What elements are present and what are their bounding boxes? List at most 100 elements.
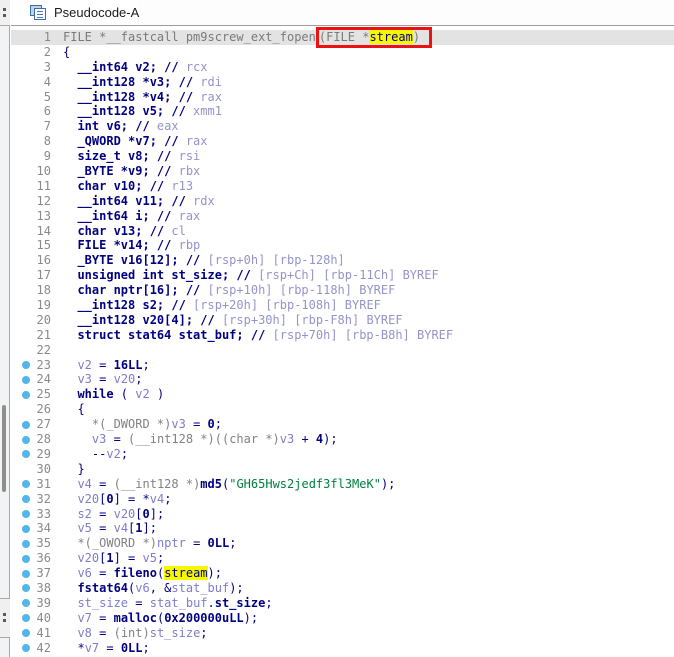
dock-grip-icon[interactable]	[0, 598, 10, 638]
line-marker-dot-icon	[22, 480, 30, 489]
code-line[interactable]: 42 *v7 = 0LL;	[11, 641, 674, 656]
pseudocode-pane: Pseudocode-A 1 FILE *__fastcall pm9screw_…	[11, 0, 674, 657]
code-token: v20	[113, 372, 136, 387]
code-token: 0	[106, 491, 114, 506]
code-line[interactable]: 34 v5 = v4[1];	[11, 521, 674, 536]
code-line[interactable]: 31 v4 = (__int128 *)md5("GH65Hws2jedf3fl…	[11, 477, 674, 492]
scrollbar-thumb[interactable]	[2, 405, 6, 492]
highlighted-identifier: stream	[369, 30, 413, 44]
line-number: 25	[36, 387, 51, 402]
line-gutter: 23	[11, 358, 56, 373]
code-line[interactable]: 35 *(_OWORD *)nptr = 0LL;	[11, 536, 674, 551]
code-text: FILE *__fastcall pm9screw_ext_fopen (FILE…	[56, 27, 433, 48]
code-line[interactable]: 20 __int128 v20[4]; // [rsp+30h] [rbp-F8…	[11, 313, 674, 328]
code-line[interactable]: 28 v3 = (__int128 *)((char *)v3 + 4);	[11, 432, 674, 447]
line-number: 6	[43, 104, 51, 119]
code-line[interactable]: 22	[11, 343, 674, 358]
code-line[interactable]: 7 int v6; // eax	[11, 119, 674, 134]
code-token: cl	[171, 223, 186, 238]
code-line[interactable]: 19 __int128 s2; // [rsp+20h] [rbp-108h] …	[11, 298, 674, 313]
code-line[interactable]: 23 v2 = 16LL;	[11, 358, 674, 373]
code-token: __int128 s2; //	[63, 298, 194, 313]
code-line[interactable]: 26 {	[11, 402, 674, 417]
code-line[interactable]: 11 char v10; // r13	[11, 179, 674, 194]
code-line[interactable]: 8 _QWORD *v7; // rax	[11, 134, 674, 149]
code-token: =	[91, 357, 114, 372]
code-token: malloc	[113, 610, 157, 625]
code-line[interactable]: 16 _BYTE v16[12]; // [rsp+0h] [rbp-128h]	[11, 253, 674, 268]
highlighted-identifier: stream	[164, 566, 208, 581]
code-line[interactable]: 29 --v2;	[11, 447, 674, 462]
code-line[interactable]: 41 v8 = (int)st_size;	[11, 626, 674, 641]
code-token: md5	[200, 476, 222, 491]
code-token: __int64 v11; //	[63, 193, 194, 208]
code-line[interactable]: 14 char v13; // cl	[11, 224, 674, 239]
code-line[interactable]: 21 struct stat64 stat_buf; // [rsp+70h] …	[11, 328, 674, 343]
code-text: __int64 v11; // rdx	[56, 193, 214, 209]
code-token: v5	[142, 551, 157, 566]
code-token: FILE *v14; //	[63, 238, 179, 253]
line-number: 38	[36, 580, 51, 595]
code-token: __int64 i; //	[63, 208, 179, 223]
code-line[interactable]: 3 __int64 v2; // rcx	[11, 60, 674, 75]
line-number: 7	[43, 119, 51, 134]
code-token: =	[91, 566, 114, 581]
code-line[interactable]: 32 v20[0] = *v4;	[11, 492, 674, 507]
code-line[interactable]: 24 v3 = v20;	[11, 372, 674, 387]
tab-pseudocode-a[interactable]: Pseudocode-A	[11, 0, 140, 25]
code-text: int v6; // eax	[56, 119, 178, 134]
code-line[interactable]: 36 v20[1] = v5;	[11, 551, 674, 566]
code-line[interactable]: 6 __int128 v5; // xmm1	[11, 104, 674, 119]
code-line[interactable]: 1 FILE *__fastcall pm9screw_ext_fopen (FIL…	[11, 27, 674, 48]
code-token: rdi	[200, 74, 222, 89]
code-line[interactable]: 9 size_t v8; // rsi	[11, 149, 674, 164]
code-token: stat_buf	[171, 580, 230, 595]
line-gutter: 26	[11, 402, 56, 417]
code-token: v3	[77, 372, 92, 387]
code-token: [	[135, 506, 143, 521]
code-line[interactable]: 25 while ( v2 )	[11, 387, 674, 402]
line-number: 30	[36, 461, 51, 476]
code-view[interactable]: 1 FILE *__fastcall pm9screw_ext_fopen (FIL…	[11, 27, 674, 657]
code-token: v4	[149, 491, 165, 506]
code-line[interactable]: 37 v6 = fileno(stream);	[11, 566, 674, 581]
code-line[interactable]: 2{	[11, 45, 674, 60]
code-line[interactable]: 30 }	[11, 462, 674, 477]
code-token: .	[207, 595, 215, 610]
line-gutter: 42	[11, 641, 56, 656]
grip-dot-icon	[3, 619, 6, 622]
code-line[interactable]: 39 st_size = stat_buf.st_size;	[11, 596, 674, 611]
line-gutter: 21	[11, 328, 56, 343]
code-line[interactable]: 40 v7 = malloc(0x200000uLL);	[11, 611, 674, 626]
code-line[interactable]: 13 __int64 i; // rax	[11, 209, 674, 224]
code-text: __int64 v2; // rcx	[56, 60, 207, 75]
code-line[interactable]: 18 char nptr[16]; // [rsp+10h] [rbp-118h…	[11, 283, 674, 298]
code-line[interactable]: 4 __int128 *v3; // rdi	[11, 75, 674, 90]
dock-grip-icon[interactable]	[0, 0, 10, 26]
code-line[interactable]: 5 __int128 *v4; // rax	[11, 90, 674, 105]
code-token: v3	[279, 432, 295, 447]
line-number: 37	[36, 566, 51, 581]
line-number: 5	[43, 89, 51, 104]
code-line[interactable]: 15 FILE *v14; // rbp	[11, 238, 674, 253]
code-token: (__int128 *)	[113, 476, 201, 491]
code-token: );	[207, 566, 222, 581]
code-token: =	[106, 432, 129, 447]
code-line[interactable]: 17 unsigned int st_size; // [rsp+Ch] [rb…	[11, 268, 674, 283]
code-line[interactable]: 33 s2 = v20[0];	[11, 507, 674, 522]
code-token: *	[63, 640, 85, 655]
line-marker-dot-icon	[22, 361, 30, 370]
code-line[interactable]: 12 __int64 v11; // rdx	[11, 194, 674, 209]
code-line[interactable]: 10 _BYTE *v9; // rbx	[11, 164, 674, 179]
line-gutter: 28	[11, 432, 56, 447]
code-token: =	[185, 417, 208, 432]
line-gutter: 12	[11, 194, 56, 209]
code-text: v3 = (__int128 *)((char *)v3 + 4);	[56, 432, 338, 447]
code-line[interactable]: 27 *(_DWORD *)v3 = 0;	[11, 417, 674, 432]
line-number: 41	[36, 625, 51, 640]
code-token: char v10; //	[63, 178, 172, 193]
code-token: }	[63, 461, 85, 476]
code-line[interactable]: 38 fstat64(v6, &stat_buf);	[11, 581, 674, 596]
code-text: __int128 *v4; // rax	[56, 90, 222, 105]
